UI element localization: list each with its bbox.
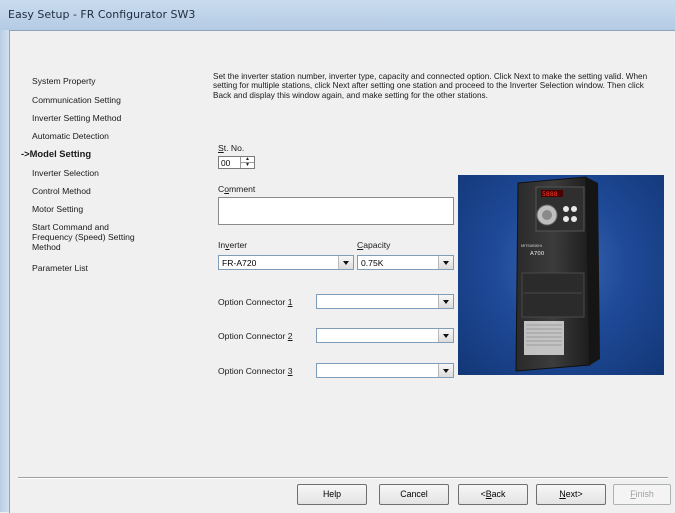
inverter-select[interactable]: FR-A720 [218,255,354,270]
window-title: Easy Setup - FR Configurator SW3 [8,8,196,21]
footer-separator [18,477,668,479]
station-number-value: 00 [221,158,231,168]
option-connector-3-label: Option Connector 3 [218,366,293,376]
chevron-down-icon[interactable] [438,295,453,308]
finish-button[interactable]: Finish [613,484,671,505]
spinner-arrows[interactable]: ▲ ▼ [240,157,254,168]
nav-item-system-property: System Property [32,76,96,86]
capacity-select[interactable]: 0.75K [357,255,454,270]
chevron-down-icon[interactable] [438,329,453,342]
nav-item-inverter-selection: Inverter Selection [32,168,99,178]
window-frame-left [0,30,9,512]
spin-down-icon[interactable]: ▼ [241,162,254,168]
nav-item-inverter-setting-method: Inverter Setting Method [32,113,122,123]
nav-item-model-setting: ->Model Setting [21,148,92,159]
inverter-illustration: 5888 MITSUBISHI A700 [515,176,600,372]
instructions-text: Set the inverter station number, inverte… [213,72,648,100]
comment-input[interactable] [218,197,454,225]
nav-item-automatic-detection: Automatic Detection [32,131,109,141]
nav-item-start-command-method: Start Command and Frequency (Speed) Sett… [32,222,135,252]
inverter-select-value: FR-A720 [222,258,257,268]
chevron-down-icon[interactable] [338,256,353,269]
option-connector-1-label: Option Connector 1 [218,297,293,307]
title-bar[interactable]: Easy Setup - FR Configurator SW3 [6,6,675,24]
photo-model-text: A700 [530,251,545,257]
inverter-label: Inverter [218,240,248,250]
chevron-down-icon[interactable] [438,364,453,377]
nav-item-control-method: Control Method [32,186,91,196]
help-button[interactable]: Help [297,484,367,505]
photo-display-text: 5888 [542,190,558,198]
photo-brand-text: MITSUBISHI [521,244,542,248]
comment-label: Comment [218,184,256,194]
back-button[interactable]: <Back [458,484,528,505]
capacity-label: Capacity [357,240,391,250]
option-connector-3-select[interactable] [316,363,454,378]
inverter-product-image: 5888 MITSUBISHI A700 [458,175,664,375]
option-connector-1-select[interactable] [316,294,454,309]
chevron-down-icon[interactable] [438,256,453,269]
nav-item-communication-setting: Communication Setting [32,95,121,105]
nav-item-parameter-list: Parameter List [32,263,88,273]
nav-item-motor-setting: Motor Setting [32,204,84,214]
option-connector-2-label: Option Connector 2 [218,331,293,341]
application-window: Easy Setup - FR Configurator SW3 System … [0,0,675,513]
station-number-spinner[interactable]: 00 ▲ ▼ [218,156,255,169]
option-connector-2-select[interactable] [316,328,454,343]
next-button[interactable]: Next> [536,484,606,505]
capacity-select-value: 0.75K [361,258,384,268]
station-number-label: St. No. [218,143,245,153]
cancel-button[interactable]: Cancel [379,484,449,505]
